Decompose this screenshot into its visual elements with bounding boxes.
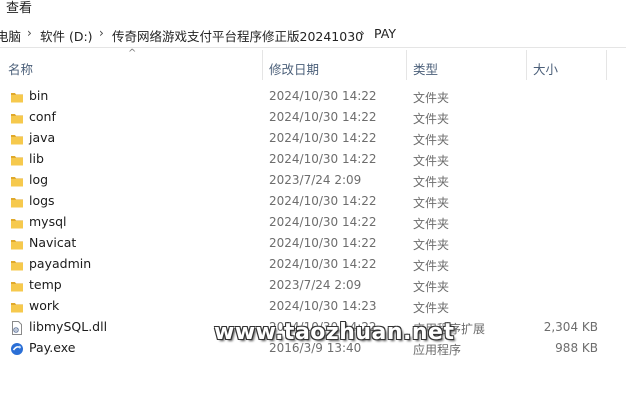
file-type: 文件夹 <box>413 217 450 231</box>
column-divider[interactable] <box>406 50 407 80</box>
folder-row[interactable]: java 2024/10/30 14:22 文件夹 <box>0 128 626 149</box>
folder-row[interactable]: log 2023/7/24 2:09 文件夹 <box>0 170 626 191</box>
file-type: 文件夹 <box>413 196 450 210</box>
file-date-modified: 2024/10/30 14:22 <box>269 215 377 229</box>
folder-icon <box>10 152 24 166</box>
breadcrumb-separator-icon[interactable]: › <box>360 26 365 40</box>
column-header-name[interactable]: 名称 <box>8 59 33 78</box>
menu-view[interactable]: 查看 <box>6 0 32 16</box>
file-type: 文件夹 <box>413 112 450 126</box>
folder-icon <box>10 257 24 271</box>
column-header-bar: ^ 名称 修改日期 类型 大小 <box>0 48 626 82</box>
file-type: 文件夹 <box>413 238 450 252</box>
file-name: libmySQL.dll <box>29 319 108 334</box>
sort-ascending-icon: ^ <box>128 48 137 59</box>
breadcrumb-drive-d[interactable]: 软件 (D:) <box>40 26 93 45</box>
file-date-modified: 2024/10/30 14:22 <box>269 89 377 103</box>
breadcrumb-pay-folder[interactable]: PAY <box>374 26 396 41</box>
file-name: payadmin <box>29 256 92 271</box>
folder-icon <box>10 299 24 313</box>
menu-bar: 查看 <box>0 0 626 20</box>
folder-row[interactable]: temp 2023/7/24 2:09 文件夹 <box>0 275 626 296</box>
folder-icon <box>10 173 24 187</box>
file-date-modified: 2024/10/30 14:22 <box>269 110 377 124</box>
file-date-modified: 2024/10/30 14:22 <box>269 131 377 145</box>
column-divider[interactable] <box>526 50 527 80</box>
file-type: 文件夹 <box>413 91 450 105</box>
file-date-modified: 2023/7/24 2:09 <box>269 278 362 292</box>
dll-file-icon <box>10 320 24 335</box>
breadcrumb-project-folder[interactable]: 传奇网络游戏支付平台程序修正版20241030 <box>112 26 363 45</box>
file-name: bin <box>29 88 49 103</box>
file-name: Navicat <box>29 235 77 250</box>
file-name: Pay.exe <box>29 340 76 355</box>
folder-row[interactable]: bin 2024/10/30 14:22 文件夹 <box>0 86 626 107</box>
file-size: 2,304 KB <box>543 320 598 334</box>
file-date-modified: 2023/7/24 2:09 <box>269 173 362 187</box>
breadcrumb[interactable]: 电脑 › 软件 (D:) › 传奇网络游戏支付平台程序修正版20241030 ›… <box>0 21 626 48</box>
folder-row[interactable]: Navicat 2024/10/30 14:22 文件夹 <box>0 233 626 254</box>
folder-icon <box>10 278 24 292</box>
folder-row[interactable]: payadmin 2024/10/30 14:22 文件夹 <box>0 254 626 275</box>
folder-row[interactable]: conf 2024/10/30 14:22 文件夹 <box>0 107 626 128</box>
file-date-modified: 2024/10/30 14:22 <box>269 257 377 271</box>
folder-icon <box>10 215 24 229</box>
column-divider[interactable] <box>262 50 263 80</box>
watermark: www.taozhuan.net <box>214 320 455 345</box>
column-header-date[interactable]: 修改日期 <box>269 59 319 78</box>
breadcrumb-separator-icon[interactable]: › <box>27 26 32 40</box>
file-size: 988 KB <box>555 341 598 355</box>
file-name: logs <box>29 193 55 208</box>
file-name: temp <box>29 277 62 292</box>
file-name: conf <box>29 109 56 124</box>
folder-icon <box>10 194 24 208</box>
breadcrumb-this-pc[interactable]: 电脑 <box>0 26 21 45</box>
file-date-modified: 2024/10/30 14:22 <box>269 194 377 208</box>
folder-icon <box>10 110 24 124</box>
file-type: 文件夹 <box>413 154 450 168</box>
column-header-type[interactable]: 类型 <box>413 59 438 78</box>
file-name: mysql <box>29 214 67 229</box>
file-date-modified: 2024/10/30 14:22 <box>269 236 377 250</box>
file-name: lib <box>29 151 44 166</box>
folder-row[interactable]: work 2024/10/30 14:23 文件夹 <box>0 296 626 317</box>
file-date-modified: 2024/10/30 14:23 <box>269 299 377 313</box>
folder-row[interactable]: mysql 2024/10/30 14:22 文件夹 <box>0 212 626 233</box>
file-date-modified: 2024/10/30 14:22 <box>269 152 377 166</box>
file-type: 文件夹 <box>413 133 450 147</box>
folder-row[interactable]: lib 2024/10/30 14:22 文件夹 <box>0 149 626 170</box>
file-type: 文件夹 <box>413 301 450 315</box>
file-type: 文件夹 <box>413 259 450 273</box>
file-name: java <box>29 130 56 145</box>
folder-icon <box>10 131 24 145</box>
file-type: 文件夹 <box>413 280 450 294</box>
file-type: 文件夹 <box>413 175 450 189</box>
folder-icon <box>10 236 24 250</box>
column-header-size[interactable]: 大小 <box>533 59 558 78</box>
exe-file-icon <box>10 341 24 355</box>
folder-row[interactable]: logs 2024/10/30 14:22 文件夹 <box>0 191 626 212</box>
file-name: log <box>29 172 49 187</box>
file-name: work <box>29 298 60 313</box>
folder-icon <box>10 89 24 103</box>
column-divider[interactable] <box>606 50 607 80</box>
breadcrumb-separator-icon[interactable]: › <box>99 26 104 40</box>
